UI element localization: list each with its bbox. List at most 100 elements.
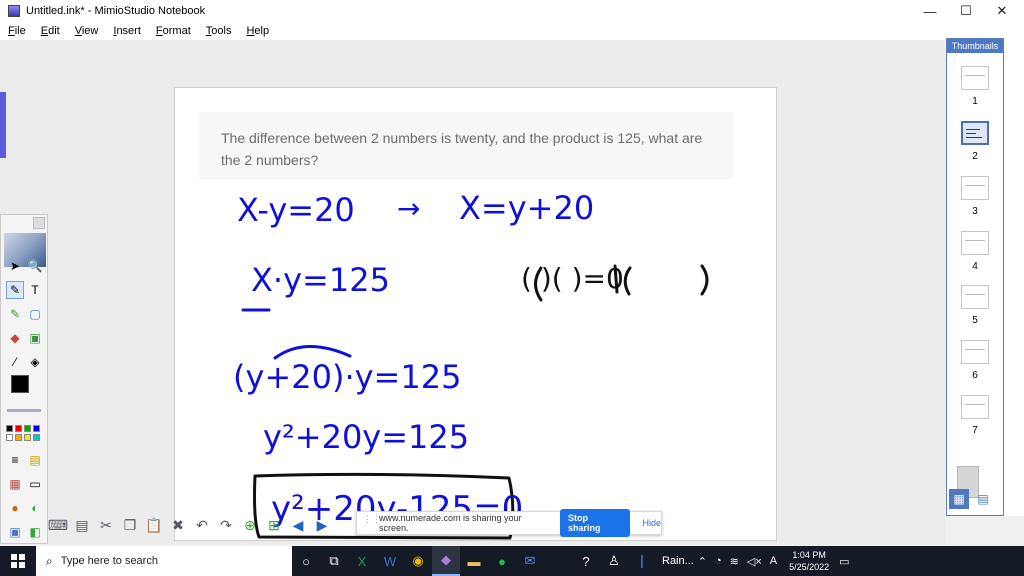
title-bar: Untitled.ink* - MimioStudio Notebook — ☐… — [0, 0, 1024, 22]
maximize-button[interactable]: ☐ — [948, 0, 984, 22]
undo-icon[interactable]: ↶ — [192, 515, 212, 535]
reveal-icon[interactable]: ◧ — [26, 523, 44, 541]
color-swatch-icon[interactable] — [11, 375, 29, 393]
taskbar-search[interactable]: ⌕ Type here to search — [36, 546, 292, 576]
eq-line3: (y+20)·y=125 — [233, 358, 461, 396]
cut-icon[interactable]: ✂ — [96, 515, 116, 535]
hide-button[interactable]: Hide — [642, 518, 661, 528]
spotlight-icon[interactable]: ◐ — [26, 499, 44, 517]
delete-icon[interactable]: ✖ — [168, 515, 188, 535]
thumbnails-title: Thumbnails — [947, 39, 1003, 53]
thumbnail-page-2[interactable] — [961, 121, 989, 145]
lines-icon[interactable]: ≡ — [6, 451, 24, 469]
thumbnail-page-6[interactable] — [961, 340, 989, 364]
menu-view[interactable]: View — [75, 25, 99, 37]
app-icon — [8, 5, 20, 17]
weather-text[interactable]: Rain... — [662, 555, 694, 567]
new-page-icon[interactable]: ⊕ — [240, 515, 260, 535]
cortana-icon[interactable]: ○ — [292, 546, 320, 576]
thumbnail-label: 2 — [972, 151, 978, 162]
menu-tools[interactable]: Tools — [206, 25, 232, 37]
image-icon[interactable]: ▣ — [26, 329, 44, 347]
drag-handle-icon[interactable]: ⋮⋮ — [363, 515, 381, 530]
screen-icon[interactable]: ▭ — [26, 475, 44, 493]
close-button[interactable]: ✕ — [984, 0, 1020, 22]
menu-help[interactable]: Help — [246, 25, 269, 37]
text-tool-icon[interactable]: T — [26, 281, 44, 299]
notebook-page[interactable]: The difference between 2 numbers is twen… — [174, 87, 777, 541]
menu-file[interactable]: File — [8, 25, 26, 37]
thumbnail-page-5[interactable] — [961, 285, 989, 309]
blue-swatch-icon[interactable] — [33, 425, 40, 432]
yellow-swatch-icon[interactable] — [24, 434, 31, 441]
white-swatch-icon[interactable] — [6, 434, 13, 441]
thumbnail-label: 1 — [972, 96, 978, 107]
keyboard-icon[interactable]: ⌨ — [48, 515, 68, 535]
notifications-icon[interactable]: ▭ — [839, 555, 849, 568]
fill-icon[interactable]: ◈ — [26, 353, 44, 371]
bottom-toolbar: ⌨ ▤ ✂ ❐ 📋 ✖ ↶ ↷ ⊕ ⊞ ◀ ▶ — [48, 513, 368, 537]
cyan-swatch-icon[interactable] — [33, 434, 40, 441]
menu-bar: File Edit View Insert Format Tools Help — [0, 22, 1024, 40]
people-icon[interactable]: ♙ — [600, 546, 628, 576]
folder-icon[interactable]: ▤ — [26, 451, 44, 469]
minimize-button[interactable]: — — [912, 0, 948, 22]
tray-chevron-icon[interactable]: ⌃ — [698, 555, 707, 568]
workspace: The difference between 2 numbers is twen… — [0, 40, 945, 545]
line-width-slider[interactable] — [7, 409, 41, 412]
gallery-view-icon[interactable]: ▤ — [973, 489, 993, 509]
zoom-icon[interactable]: 🔍 — [26, 257, 44, 275]
copy-icon[interactable]: ❐ — [120, 515, 140, 535]
highlighter-icon[interactable]: ✎ — [6, 305, 24, 323]
wifi-icon[interactable]: ≋ — [730, 555, 739, 568]
thumbnail-page-4[interactable] — [961, 231, 989, 255]
help-icon[interactable]: ? — [572, 546, 600, 576]
stop-sharing-button[interactable]: Stop sharing — [559, 509, 631, 537]
windows-start-icon[interactable] — [0, 546, 36, 576]
orange-swatch-icon[interactable] — [15, 434, 22, 441]
paste-icon[interactable]: 📋 — [144, 515, 164, 535]
clock[interactable]: 1:04 PM 5/25/2022 — [789, 549, 829, 573]
search-icon: ⌕ — [46, 553, 53, 568]
network-icon[interactable]: ◔ — [715, 555, 722, 567]
black-swatch-icon[interactable] — [6, 425, 13, 432]
next-page-icon[interactable]: ▶ — [312, 515, 332, 535]
menu-insert[interactable]: Insert — [113, 25, 141, 37]
calc-icon[interactable]: ▣ — [6, 523, 24, 541]
excel-icon[interactable]: X — [348, 546, 376, 576]
print-icon[interactable]: ▤ — [72, 515, 92, 535]
volume-icon[interactable]: ◁× — [747, 555, 762, 568]
language-icon[interactable]: A — [770, 555, 777, 567]
chrome-icon[interactable]: ◉ — [404, 546, 432, 576]
eq-arrow: → — [397, 192, 420, 225]
mimio-icon[interactable]: ◆ — [432, 546, 460, 576]
palette-close-button[interactable] — [33, 217, 45, 229]
thumbnail-view-icon[interactable]: ▦ — [949, 489, 969, 509]
thumbnail-page-7[interactable] — [961, 395, 989, 419]
record-icon[interactable]: ● — [6, 499, 24, 517]
file-explorer-icon[interactable]: ▬ — [460, 546, 488, 576]
select-arrow-icon[interactable]: ➤ — [6, 257, 24, 275]
window-title: Untitled.ink* - MimioStudio Notebook — [26, 5, 206, 17]
pen-icon[interactable]: ✎ — [6, 281, 24, 299]
duplicate-page-icon[interactable]: ⊞ — [264, 515, 284, 535]
redo-icon[interactable]: ↷ — [216, 515, 236, 535]
menu-format[interactable]: Format — [156, 25, 191, 37]
prev-page-icon[interactable]: ◀ — [288, 515, 308, 535]
menu-edit[interactable]: Edit — [41, 25, 60, 37]
thumbnail-page-1[interactable] — [961, 66, 989, 90]
word-icon[interactable]: W — [376, 546, 404, 576]
shape-icon[interactable]: ▢ — [26, 305, 44, 323]
thumbnail-page-3[interactable] — [961, 176, 989, 200]
gallery-icon[interactable]: ▦ — [6, 475, 24, 493]
red-swatch-icon[interactable] — [15, 425, 22, 432]
ink-layer[interactable]: X-y=20 → X=y+20 X·y=125 ( )( )=0 (y+20)·… — [175, 88, 778, 542]
green-swatch-icon[interactable] — [24, 425, 31, 432]
eraser-icon[interactable]: ◆ — [6, 329, 24, 347]
spotify-icon[interactable]: ● — [488, 546, 516, 576]
weather-icon[interactable]: ❘ — [628, 546, 656, 576]
thumbnail-label: 5 — [972, 315, 978, 326]
mail-icon[interactable]: ✉ — [516, 546, 544, 576]
eyedropper-icon[interactable]: ⁄ — [6, 353, 24, 371]
task-view-icon[interactable]: ⧉ — [320, 546, 348, 576]
